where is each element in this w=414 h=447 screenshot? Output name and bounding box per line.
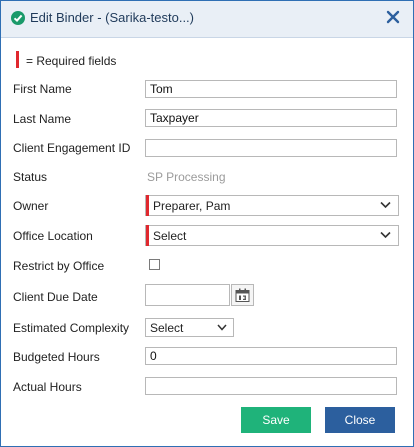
restrict-by-office-checkbox[interactable] (149, 259, 160, 270)
last-name-label: Last Name (13, 112, 72, 126)
actual-hours-input[interactable] (145, 377, 397, 395)
save-button[interactable]: Save (241, 407, 311, 433)
office-location-selected-value: Select (153, 229, 187, 243)
required-marker (146, 195, 149, 216)
last-name-input[interactable] (145, 109, 397, 127)
calendar-button[interactable] (231, 284, 254, 306)
actual-hours-label: Actual Hours (13, 380, 82, 394)
close-icon[interactable] (385, 9, 401, 25)
status-label: Status (13, 170, 48, 184)
chevron-down-icon (380, 201, 391, 209)
edit-binder-dialog: Edit Binder - (Sarika-testo...) = Requir… (0, 0, 414, 447)
check-circle-icon (11, 11, 25, 25)
first-name-input[interactable] (145, 80, 397, 98)
client-engagement-id-label: Client Engagement ID (13, 141, 131, 155)
office-location-label: Office Location (13, 229, 93, 243)
first-name-label: First Name (13, 82, 72, 96)
close-button[interactable]: Close (325, 407, 395, 433)
estimated-complexity-label: Estimated Complexity (13, 321, 130, 335)
client-due-date-input[interactable] (145, 284, 230, 306)
estimated-complexity-selected-value: Select (150, 321, 184, 335)
client-due-date-label: Client Due Date (13, 290, 98, 304)
budgeted-hours-label: Budgeted Hours (13, 350, 100, 364)
owner-selected-value: Preparer, Pam (153, 199, 231, 213)
owner-select[interactable]: Preparer, Pam (145, 195, 399, 216)
chevron-down-icon (217, 324, 227, 331)
restrict-by-office-label: Restrict by Office (13, 259, 105, 273)
required-marker (16, 51, 19, 68)
chevron-down-icon (380, 231, 391, 239)
budgeted-hours-input[interactable] (145, 347, 397, 365)
estimated-complexity-select[interactable]: Select (145, 318, 234, 337)
dialog-title: Edit Binder - (Sarika-testo...) (30, 10, 194, 25)
required-marker (146, 225, 149, 246)
dialog-titlebar: Edit Binder - (Sarika-testo...) (1, 1, 413, 38)
office-location-select[interactable]: Select (145, 225, 399, 246)
calendar-icon (235, 288, 250, 302)
client-engagement-id-input[interactable] (145, 139, 397, 157)
required-fields-text: = Required fields (26, 54, 117, 68)
owner-label: Owner (13, 199, 49, 213)
status-value: SP Processing (147, 170, 226, 184)
